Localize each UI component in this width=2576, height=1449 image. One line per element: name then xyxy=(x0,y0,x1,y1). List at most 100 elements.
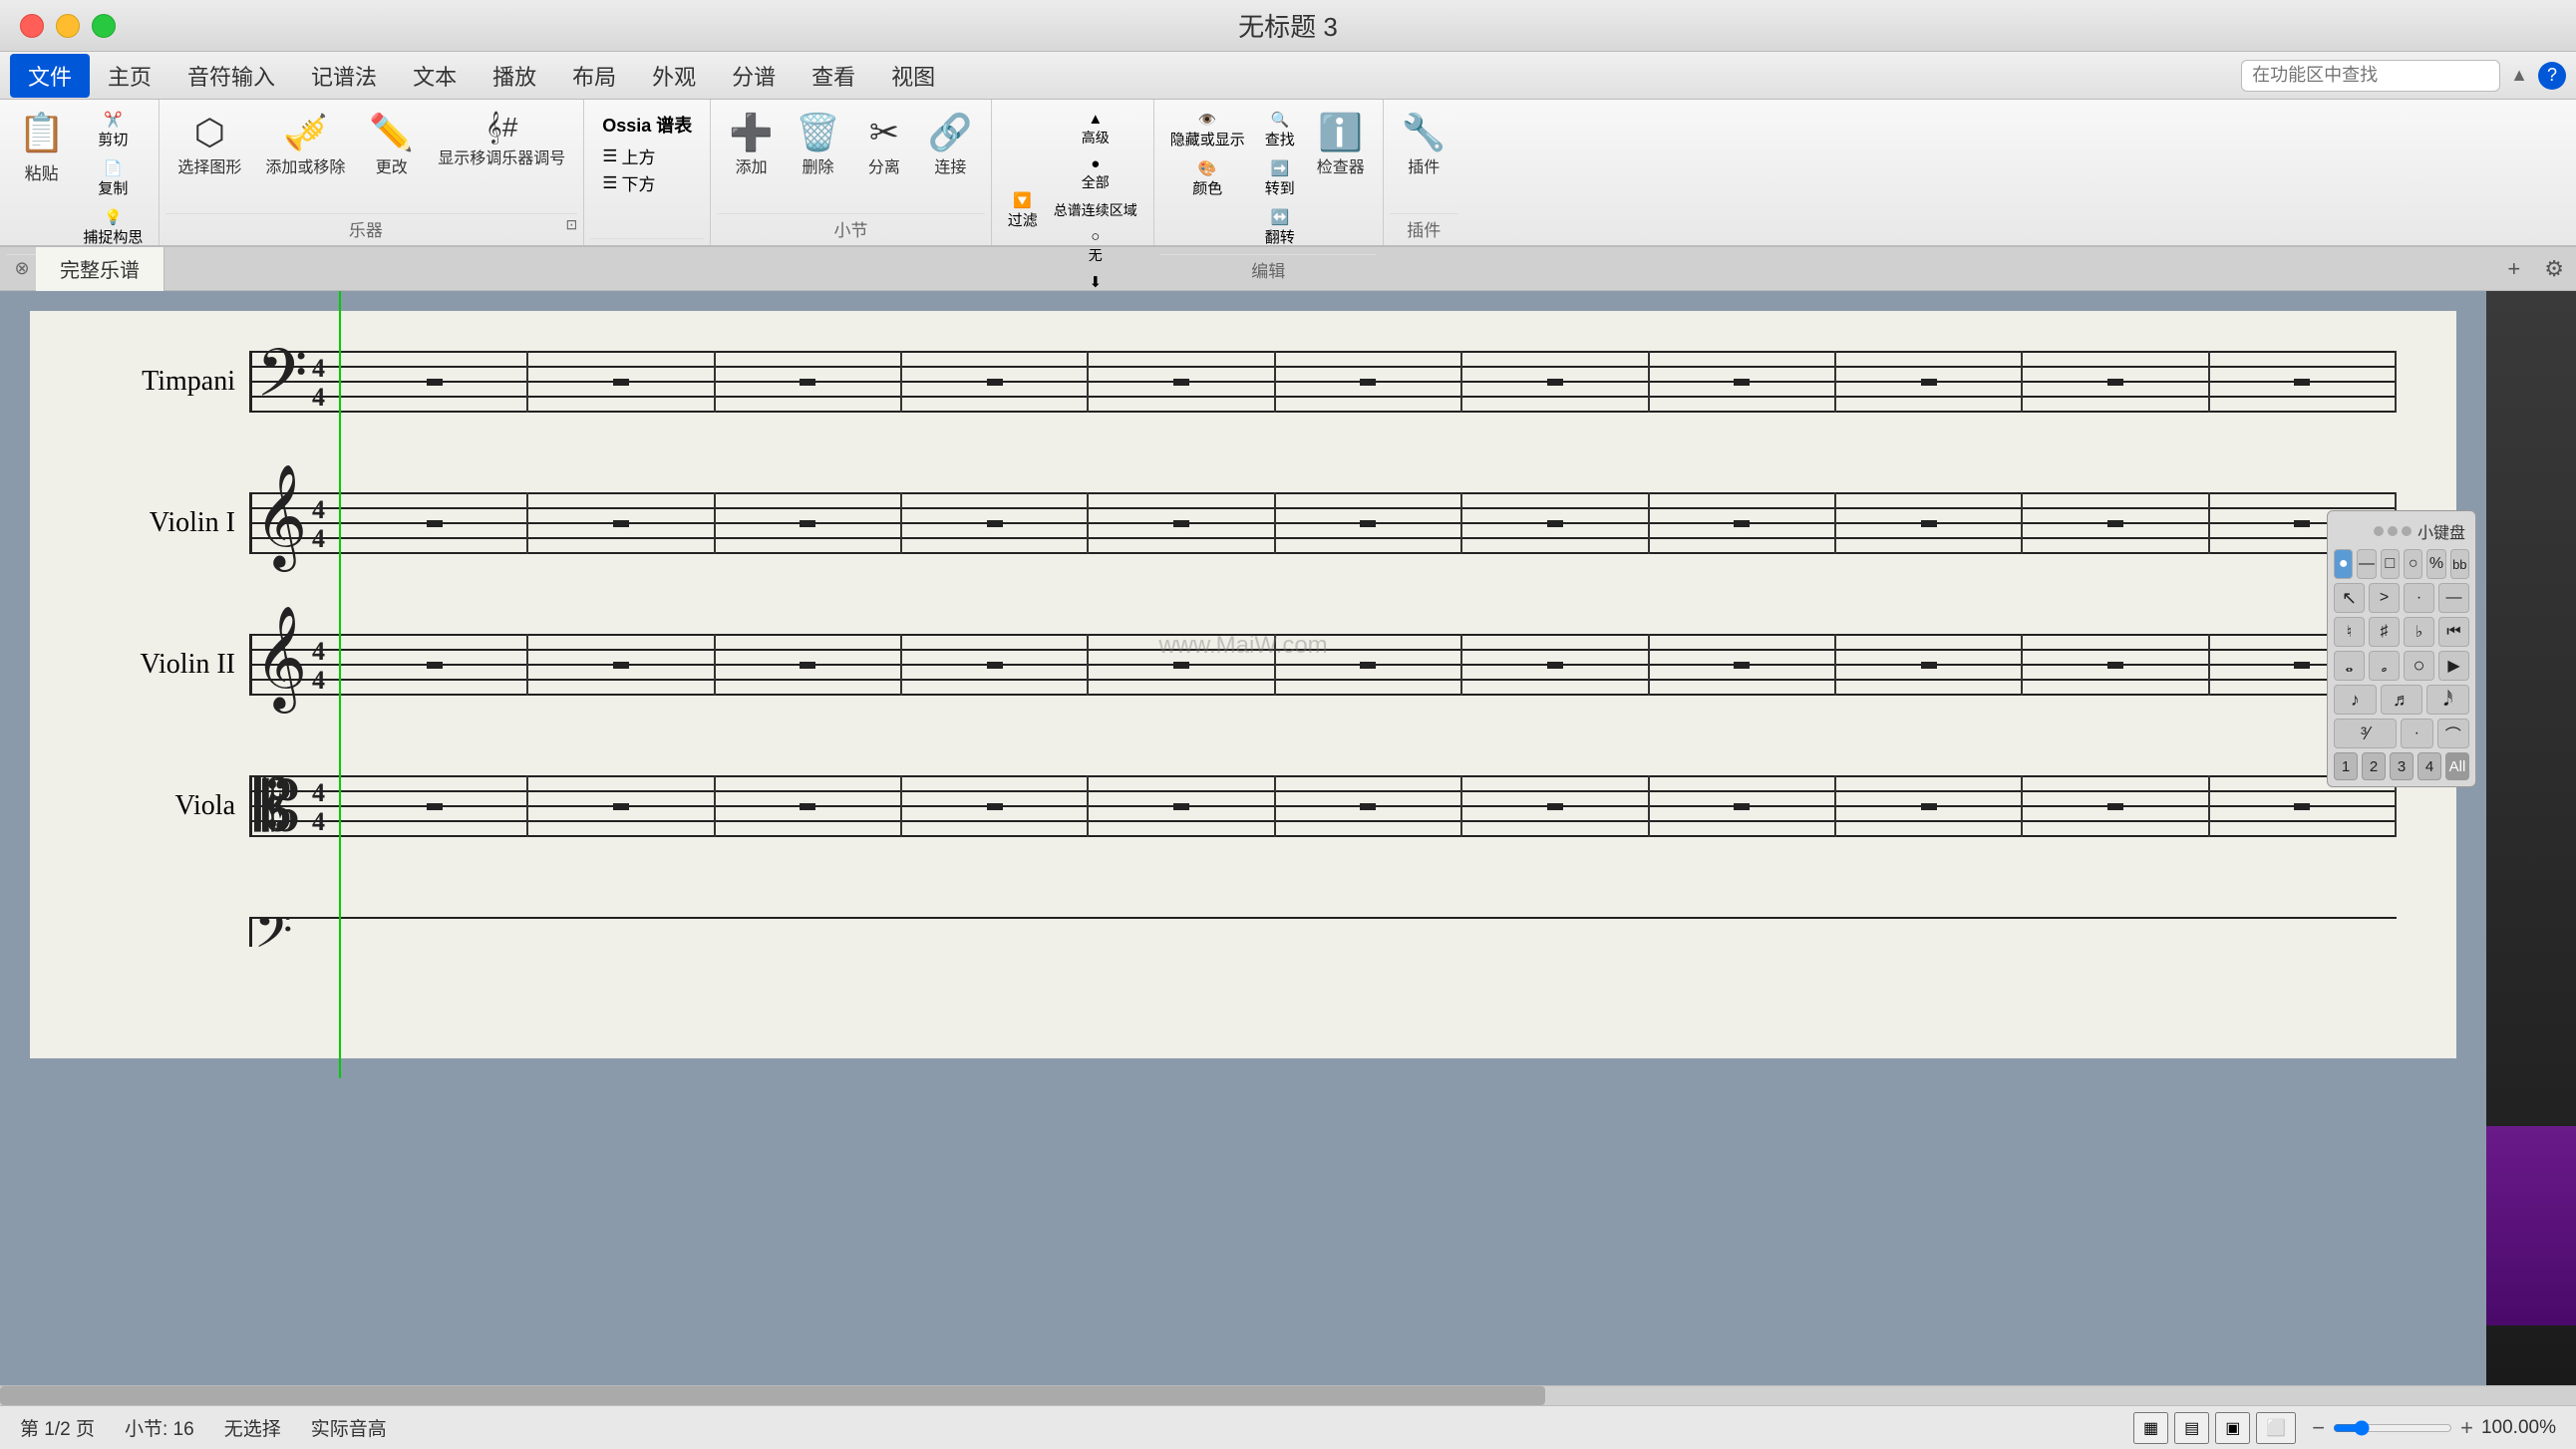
keypad-mode-rest[interactable]: — xyxy=(2357,549,2376,579)
keypad-forward[interactable]: ▶ xyxy=(2438,651,2469,681)
measure-cell[interactable] xyxy=(716,775,902,837)
keypad-flat[interactable]: ♭ xyxy=(2404,617,2434,647)
measure-cell[interactable] xyxy=(716,634,902,696)
measure-cell[interactable] xyxy=(1650,351,1836,413)
measure-cell[interactable] xyxy=(342,634,528,696)
keypad-mode-percent[interactable]: % xyxy=(2426,549,2445,579)
instrument-expand-icon[interactable]: ⊡ xyxy=(565,216,577,233)
ossia-below[interactable]: ☰ 下方 xyxy=(602,170,692,195)
none-button[interactable]: ○ 无 xyxy=(1048,225,1143,268)
cut-button[interactable]: ✂️ 剪切 xyxy=(77,108,149,152)
measure-cell[interactable] xyxy=(1462,351,1649,413)
zoom-out-button[interactable]: − xyxy=(2312,1415,2325,1441)
measure-cell[interactable] xyxy=(1650,775,1836,837)
measure-cell[interactable] xyxy=(342,775,528,837)
display-transpose-button[interactable]: 𝄞# 显示移调乐器调号 xyxy=(430,108,573,209)
menu-notation[interactable]: 记谱法 xyxy=(293,54,395,98)
connect-button[interactable]: 🔗 连接 xyxy=(920,108,981,209)
goto-button[interactable]: ➡️ 转到 xyxy=(1259,156,1301,201)
keypad-num-2[interactable]: 2 xyxy=(2362,752,2386,780)
menu-note-input[interactable]: 音符输入 xyxy=(169,54,293,98)
measure-cell[interactable] xyxy=(1650,634,1836,696)
measure-cell[interactable] xyxy=(2023,492,2209,554)
measure-cell[interactable] xyxy=(1089,634,1275,696)
keypad-rewind[interactable]: ⏮ xyxy=(2438,617,2469,647)
capture-button[interactable]: 💡 捕捉构思 xyxy=(77,205,149,250)
keypad-cursor[interactable]: ↖ xyxy=(2334,583,2365,613)
measure-cell[interactable] xyxy=(1836,634,2023,696)
measure-cell[interactable] xyxy=(1089,492,1275,554)
menu-parts[interactable]: 分谱 xyxy=(714,54,794,98)
search-up-icon[interactable]: ▲ xyxy=(2510,65,2528,86)
flip-button[interactable]: ↔️ 翻转 xyxy=(1259,205,1301,250)
keypad-eighth[interactable]: ♪ xyxy=(2334,685,2377,715)
tab-add-icon[interactable]: + xyxy=(2495,256,2532,282)
view-single-btn[interactable]: ▣ xyxy=(2215,1412,2250,1444)
measure-cell[interactable] xyxy=(2023,634,2209,696)
measure-cell[interactable] xyxy=(1836,775,2023,837)
menu-play[interactable]: 播放 xyxy=(475,54,554,98)
keypad-num-3[interactable]: 3 xyxy=(2390,752,2414,780)
measure-cell[interactable] xyxy=(716,492,902,554)
ossia-above[interactable]: ☰ 上方 xyxy=(602,144,692,168)
add-remove-button[interactable]: 🎺 添加或移除 xyxy=(257,108,353,209)
next-instrument-staff[interactable]: 𝄢 xyxy=(249,917,2397,947)
measure-cell[interactable] xyxy=(902,634,1089,696)
measure-cell[interactable] xyxy=(1276,775,1462,837)
keypad-num-4[interactable]: 4 xyxy=(2417,752,2441,780)
filter-button[interactable]: 🔽 过滤 xyxy=(1002,188,1044,233)
measure-cell[interactable] xyxy=(528,492,715,554)
continuous-region-button[interactable]: 总谱连续区域 xyxy=(1048,197,1143,223)
menu-view[interactable]: 查看 xyxy=(794,54,873,98)
keypad-mode-chord[interactable]: □ xyxy=(2381,549,2400,579)
keypad-num-all[interactable]: All xyxy=(2445,752,2469,780)
menu-file[interactable]: 文件 xyxy=(10,54,90,98)
tab-full-score[interactable]: 完整乐谱 xyxy=(36,247,164,291)
measure-cell[interactable] xyxy=(1836,492,2023,554)
tab-close-icon[interactable]: ⊗ xyxy=(8,255,36,283)
measure-cell[interactable] xyxy=(528,775,715,837)
color-button[interactable]: 🎨 颜色 xyxy=(1164,156,1251,201)
keypad-dash[interactable]: — xyxy=(2438,583,2469,613)
advanced-button[interactable]: ▲ 高级 xyxy=(1048,108,1143,150)
inspector-button[interactable]: ℹ️ 检查器 xyxy=(1309,108,1373,250)
keypad-mode-grace[interactable]: ○ xyxy=(2404,549,2422,579)
measure-cell[interactable] xyxy=(2210,351,2397,413)
keypad-16th[interactable]: ♬ xyxy=(2381,685,2423,715)
measure-cell[interactable] xyxy=(716,351,902,413)
view-continuous-btn[interactable]: ▦ xyxy=(2133,1412,2168,1444)
zoom-slider[interactable] xyxy=(2333,1420,2452,1436)
split-button[interactable]: ✂ 分离 xyxy=(854,108,914,209)
keypad-half[interactable]: 𝅗 xyxy=(2369,651,2400,681)
h-scrollbar[interactable] xyxy=(0,1385,2576,1405)
menu-appearance[interactable]: 外观 xyxy=(634,54,714,98)
view-page-btn[interactable]: ▤ xyxy=(2174,1412,2209,1444)
find-button[interactable]: 🔍 查找 xyxy=(1259,108,1301,152)
violin2-staff[interactable]: 𝄞 44 xyxy=(249,634,2397,696)
measure-cell[interactable] xyxy=(342,351,528,413)
hidden-show-button[interactable]: 👁️ 隐藏或显示 xyxy=(1164,108,1251,152)
measure-cell[interactable] xyxy=(1276,351,1462,413)
measure-cell[interactable] xyxy=(902,775,1089,837)
delete-button[interactable]: 🗑️ 删除 xyxy=(788,108,848,209)
keypad-mode-normal[interactable]: ● xyxy=(2334,549,2353,579)
measure-cell[interactable] xyxy=(1276,492,1462,554)
measure-cell[interactable] xyxy=(1650,492,1836,554)
plugin-button[interactable]: 🔧 插件 xyxy=(1394,108,1454,209)
keypad-triplet[interactable]: ³⁄ xyxy=(2334,719,2397,748)
copy-button[interactable]: 📄 复制 xyxy=(77,156,149,201)
keypad-mode-bb[interactable]: bb xyxy=(2450,549,2469,579)
keypad-tie[interactable]: ⌒ xyxy=(2437,719,2470,748)
help-icon[interactable]: ? xyxy=(2538,62,2566,90)
measure-cell[interactable] xyxy=(1089,351,1275,413)
measure-cell[interactable] xyxy=(342,492,528,554)
measure-cell[interactable] xyxy=(1089,775,1275,837)
keypad-whole[interactable]: 𝅝 xyxy=(2334,651,2365,681)
keypad-accent[interactable]: > xyxy=(2369,583,2400,613)
add-button[interactable]: ➕ 添加 xyxy=(721,108,782,209)
measure-cell[interactable] xyxy=(1462,634,1649,696)
modify-button[interactable]: ✏️ 更改 xyxy=(361,108,422,209)
violin1-staff[interactable]: 𝄞 44 xyxy=(249,492,2397,554)
viola-staff[interactable]: 𝄡 𝄡𝄡 44 xyxy=(249,775,2397,837)
measure-cell[interactable] xyxy=(1462,775,1649,837)
